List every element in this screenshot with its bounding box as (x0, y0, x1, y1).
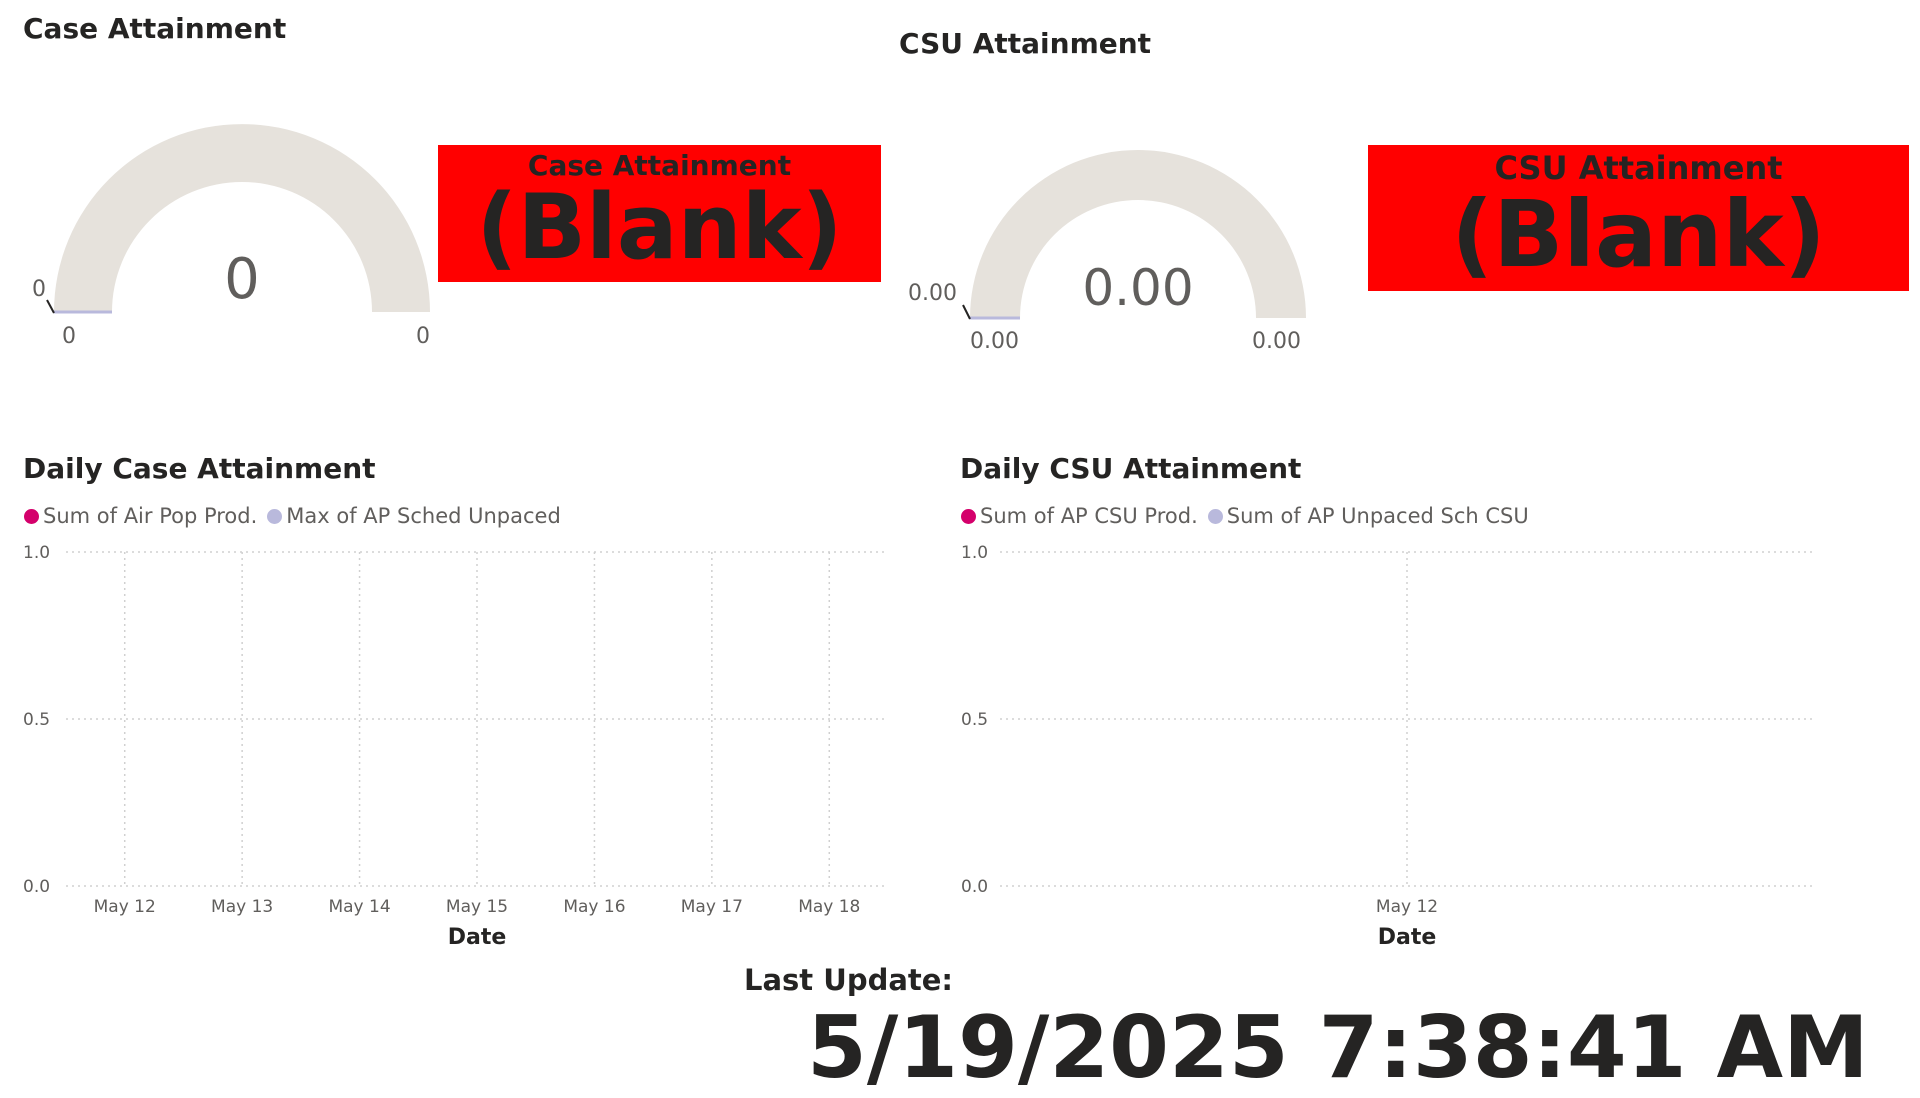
y-tick-label: 0.5 (23, 710, 50, 730)
daily-csu-chart[interactable]: 1.0 0.5 0.0 May 12 Date (940, 540, 1820, 960)
csu-attainment-title: CSU Attainment (899, 27, 1152, 60)
legend-label: Sum of AP CSU Prod. (980, 504, 1198, 528)
gauge-value-label: 0 (224, 247, 260, 312)
last-update-label: Last Update: (744, 963, 954, 997)
legend-label: Sum of AP Unpaced Sch CSU (1226, 504, 1529, 528)
y-tick-label: 1.0 (961, 543, 988, 563)
x-tick-label: May 14 (328, 897, 390, 917)
csu-attainment-gauge[interactable]: 0.00 0.00 0.00 0.00 (900, 140, 1320, 370)
legend-label: Sum of Air Pop Prod. (43, 504, 258, 528)
case-attainment-gauge[interactable]: 0 0 0 0 (20, 110, 440, 360)
gauge-target-label: 0.00 (908, 281, 957, 306)
legend-item[interactable]: Max of AP Sched Unpaced (267, 504, 561, 528)
legend-dot-primary (24, 508, 39, 524)
x-tick-label: May 12 (1376, 897, 1438, 917)
gauge-min-label: 0 (62, 324, 76, 349)
x-tick-label: May 17 (681, 897, 743, 917)
gauge-max-label: 0 (416, 324, 430, 349)
x-tick-label: May 13 (211, 897, 273, 917)
y-tick-label: 1.0 (23, 543, 50, 563)
gauge-target-label: 0 (32, 277, 46, 302)
x-tick-label: May 16 (563, 897, 625, 917)
legend-dot-secondary (1207, 508, 1223, 524)
gauge-value-label: 0.00 (1082, 259, 1193, 317)
case-attainment-title: Case Attainment (23, 12, 287, 45)
x-tick-label: May 18 (798, 897, 860, 917)
x-axis-title: Date (1378, 925, 1437, 950)
legend-item[interactable]: Sum of AP CSU Prod. (961, 504, 1198, 528)
x-axis-title: Date (448, 925, 507, 950)
csu-card-value: (Blank) (1451, 181, 1826, 288)
gauge-target-marker (962, 304, 971, 320)
daily-case-chart[interactable]: 1.0 0.5 0.0 May 12 May 13 May 14 May 15 May 16 M… (0, 540, 900, 960)
daily-case-chart-title: Daily Case Attainment (23, 452, 376, 485)
daily-case-legend: Sum of Air Pop Prod. Max of AP Sched Unp… (24, 504, 571, 528)
case-attainment-card[interactable]: Case Attainment (Blank) (438, 145, 881, 282)
x-tick-label: May 15 (446, 897, 508, 917)
legend-label: Max of AP Sched Unpaced (286, 504, 561, 528)
case-card-value: (Blank) (476, 175, 843, 280)
legend-dot-primary (961, 508, 976, 524)
csu-attainment-card[interactable]: CSU Attainment (Blank) (1368, 145, 1909, 291)
daily-csu-legend: Sum of AP CSU Prod. Sum of AP Unpaced Sc… (961, 504, 1539, 528)
y-tick-label: 0.0 (961, 877, 988, 897)
daily-csu-chart-title: Daily CSU Attainment (960, 452, 1302, 485)
y-tick-label: 0.5 (961, 710, 988, 730)
x-tick-label: May 12 (94, 897, 156, 917)
legend-item[interactable]: Sum of AP Unpaced Sch CSU (1207, 504, 1529, 528)
gauge-target-marker (46, 299, 55, 314)
legend-dot-secondary (267, 508, 283, 524)
gauge-min-label: 0.00 (970, 329, 1019, 354)
last-update-value: 5/19/2025 7:38:41 AM (807, 998, 1869, 1098)
gauge-max-label: 0.00 (1252, 329, 1301, 354)
y-tick-label: 0.0 (23, 877, 50, 897)
legend-item[interactable]: Sum of Air Pop Prod. (24, 504, 257, 528)
